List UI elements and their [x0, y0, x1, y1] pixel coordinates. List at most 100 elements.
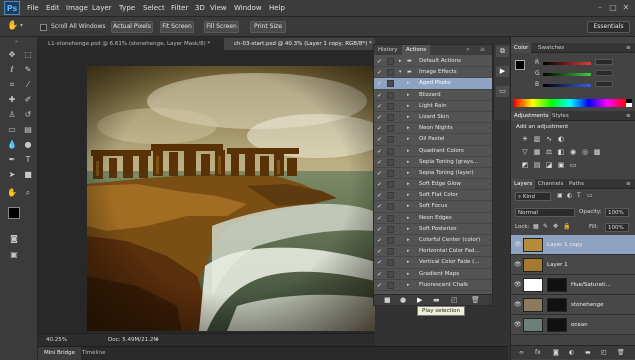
dialog-toggle-box[interactable]: [387, 158, 394, 166]
opacity-field[interactable]: 100%: [605, 208, 629, 217]
action-row[interactable]: ✓ ▸ Soft Flat Color: [374, 190, 492, 202]
collapse-panel-icon[interactable]: »: [466, 46, 470, 53]
channel-b-value[interactable]: [595, 81, 613, 87]
menu-select[interactable]: Select: [143, 4, 165, 12]
play-selection-icon[interactable]: ▶: [417, 296, 422, 304]
dialog-toggle-box[interactable]: [387, 281, 394, 289]
layer-name[interactable]: Layer 1: [547, 255, 568, 275]
action-toggle-check-icon[interactable]: ✓: [377, 282, 383, 289]
gradient-map-icon[interactable]: ▭: [569, 161, 577, 169]
brightness-contrast-icon[interactable]: ☀: [521, 135, 529, 143]
actual-pixels-button[interactable]: Actual Pixels: [111, 21, 153, 33]
add-mask-icon[interactable]: ◙: [553, 349, 559, 356]
layer-thumbnail[interactable]: [523, 298, 543, 312]
black-white-icon[interactable]: ◧: [557, 148, 565, 156]
zoom-level[interactable]: 40.25%: [46, 337, 67, 343]
type-tool-icon[interactable]: T: [21, 154, 35, 166]
zoom-tool-icon[interactable]: ⌕: [21, 187, 35, 199]
lock-image-icon[interactable]: ✎: [543, 223, 548, 230]
layer-name[interactable]: stonehenge: [571, 295, 604, 315]
layer-mask-thumbnail[interactable]: [547, 318, 567, 332]
threshold-icon[interactable]: ◪: [545, 161, 553, 169]
filter-shape-icon[interactable]: ▭: [587, 192, 593, 199]
menu-type[interactable]: Type: [119, 4, 135, 12]
action-toggle-check-icon[interactable]: ✓: [377, 159, 383, 166]
menu-edit[interactable]: Edit: [46, 4, 60, 12]
tab-color[interactable]: Color: [511, 43, 532, 53]
new-adjustment-icon[interactable]: ◐: [569, 349, 574, 356]
hand-tool-icon[interactable]: ✋: [5, 187, 19, 199]
layer-style-icon[interactable]: fx: [535, 349, 541, 356]
eraser-tool-icon[interactable]: ▭: [5, 124, 19, 136]
action-toggle-check-icon[interactable]: ✓: [377, 170, 383, 177]
action-row[interactable]: ✓ ▸ Gradient Maps: [374, 269, 492, 280]
fill-field[interactable]: 100%: [605, 223, 629, 232]
tab-layers[interactable]: Layers: [511, 179, 536, 189]
dialog-toggle-box[interactable]: [387, 203, 394, 211]
blur-tool-icon[interactable]: 💧: [5, 139, 19, 151]
layer-mask-thumbnail[interactable]: [547, 298, 567, 312]
delete-layer-icon[interactable]: 🗑: [617, 349, 625, 356]
document-image[interactable]: [87, 66, 375, 331]
layer-name[interactable]: Layer 1 copy: [547, 235, 582, 255]
layer-name[interactable]: ocean: [571, 315, 588, 335]
layer-mask-thumbnail[interactable]: [547, 278, 567, 292]
vibrance-icon[interactable]: ▽: [521, 148, 529, 156]
panel-menu-icon[interactable]: ≡: [480, 46, 485, 53]
curves-icon[interactable]: ∿: [545, 135, 553, 143]
minimize-icon[interactable]: –: [595, 3, 605, 12]
visibility-eye-icon[interactable]: 👁: [514, 321, 522, 328]
healing-brush-tool-icon[interactable]: ✚: [5, 94, 19, 106]
action-set-row[interactable]: ✓ ▸ ▬ Default Actions: [374, 56, 492, 68]
dialog-toggle-box[interactable]: [387, 259, 394, 267]
action-row[interactable]: ✓ ▸ Horizontal Color Fad...: [374, 246, 492, 258]
dodge-tool-icon[interactable]: ●: [21, 139, 35, 151]
action-toggle-check-icon[interactable]: ✓: [377, 80, 383, 87]
rectangle-tool-icon[interactable]: ■: [21, 169, 35, 181]
tab-adjustments[interactable]: Adjustments: [511, 111, 552, 121]
brush-tool-icon[interactable]: ✐: [21, 94, 35, 106]
tab-swatches[interactable]: Swatches: [535, 43, 567, 53]
photo-filter-icon[interactable]: ◉: [569, 148, 577, 156]
dialog-toggle-box[interactable]: [387, 80, 394, 88]
invert-icon[interactable]: ◩: [521, 161, 529, 169]
exposure-icon[interactable]: ◐: [557, 135, 565, 143]
menu-view[interactable]: View: [210, 4, 227, 12]
posterize-icon[interactable]: ▤: [533, 161, 541, 169]
tool-preset-chevron-icon[interactable]: ▾: [20, 22, 23, 29]
collapsed-arrow-icon[interactable]: ▸: [407, 157, 410, 168]
action-row[interactable]: ✓ ▸ Soft Focus: [374, 201, 492, 213]
status-menu-arrow-icon[interactable]: ▸: [156, 336, 159, 343]
tab-actions[interactable]: Actions: [402, 45, 431, 55]
tab-history[interactable]: History: [374, 45, 402, 55]
visibility-eye-icon[interactable]: 👁: [514, 281, 522, 288]
doc-tab-stonehenge[interactable]: L1-stonehenge.psd @ 6.61% (stonehenge, L…: [38, 38, 224, 50]
history-icon[interactable]: ⧉: [496, 46, 509, 57]
new-layer-icon[interactable]: ◰: [601, 349, 607, 356]
layer-thumbnail[interactable]: [523, 318, 543, 332]
blend-mode-select[interactable]: Normal: [515, 208, 575, 217]
action-row[interactable]: ✓ ▸ Light Rain: [374, 101, 492, 112]
tab-paths[interactable]: Paths: [566, 179, 587, 189]
quick-select-tool-icon[interactable]: ✎: [21, 64, 35, 76]
new-action-icon[interactable]: ◰: [451, 296, 458, 304]
collapsed-arrow-icon[interactable]: ▸: [399, 56, 402, 67]
spectrum-white[interactable]: [626, 103, 632, 107]
action-row[interactable]: ✓ ▸ Neon Nights: [374, 123, 492, 135]
tab-timeline[interactable]: Timeline: [82, 347, 105, 360]
action-row[interactable]: ✓ ▸ Blizzard: [374, 90, 492, 101]
eyedropper-tool-icon[interactable]: ⁄: [21, 79, 35, 91]
action-toggle-check-icon[interactable]: ✓: [377, 114, 383, 121]
fill-screen-button[interactable]: Fill Screen: [204, 21, 239, 33]
action-toggle-check-icon[interactable]: ✓: [377, 69, 383, 76]
panel-menu-icon[interactable]: ≡: [623, 43, 634, 53]
lock-position-icon[interactable]: ✥: [553, 223, 558, 230]
menu-file[interactable]: File: [27, 4, 39, 12]
collapsed-arrow-icon[interactable]: ▸: [407, 101, 410, 112]
scroll-all-windows-checkbox[interactable]: [40, 24, 47, 31]
trash-icon[interactable]: 🗑: [471, 296, 480, 304]
collapsed-arrow-icon[interactable]: ▸: [407, 134, 410, 145]
collapsed-arrow-icon[interactable]: ▸: [407, 146, 410, 157]
gradient-tool-icon[interactable]: ▤: [21, 124, 35, 136]
channel-r-slider[interactable]: [543, 62, 591, 65]
